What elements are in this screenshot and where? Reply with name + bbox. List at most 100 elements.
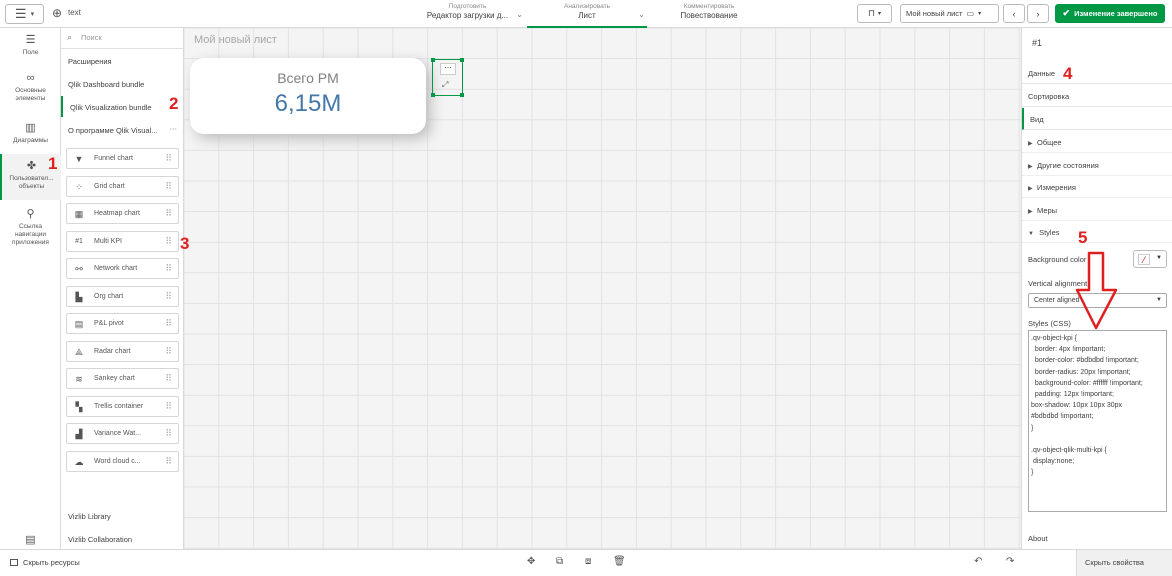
org-chart-icon: ▙: [75, 291, 83, 302]
rail-item-label: Поле: [22, 49, 39, 56]
object-item-word-cloud-c[interactable]: ☁ Word cloud c... ⠿: [66, 450, 179, 472]
done-editing-button[interactable]: ✔ Изменение завершено: [1055, 4, 1165, 23]
rail-item-master-items[interactable]: ∞ Основные элементы: [0, 72, 61, 112]
more-icon[interactable]: ⋯: [440, 63, 456, 75]
expand-icon[interactable]: ⤢: [442, 80, 448, 90]
resize-handle[interactable]: [460, 58, 464, 62]
rail-item-fields[interactable]: ☰ Поле: [0, 34, 61, 60]
annotation-number: 4: [1063, 64, 1073, 83]
object-item-variance-wat[interactable]: ▟ Variance Wat... ⠿: [66, 423, 179, 444]
object-item-multi-kpi[interactable]: #1 Multi KPI ⠿: [66, 230, 179, 252]
resize-handle[interactable]: [460, 93, 464, 97]
vizlib-library[interactable]: Vizlib Library: [61, 512, 184, 521]
about-bundle[interactable]: О программе Qlik Visual... ⋯: [61, 124, 184, 135]
styles-css-textarea[interactable]: .qv-object-kpi { border: 4px !important;…: [1028, 330, 1167, 512]
drag-handle-icon[interactable]: ⠿: [165, 456, 172, 467]
object-item-sankey-chart[interactable]: ≋ Sankey chart ⠿: [66, 368, 179, 389]
rail-bottom-panel-toggle[interactable]: ▤: [0, 534, 61, 546]
hamburger-menu-button[interactable]: ☰ ▾: [5, 4, 44, 24]
dashboard-bundle[interactable]: Qlik Dashboard bundle: [61, 80, 184, 89]
redo-icon[interactable]: ↷: [1006, 556, 1014, 567]
sheet-selector[interactable]: Мой новый лист ▭ ▾: [900, 4, 999, 23]
chevron-down-icon: ⌄: [638, 10, 645, 19]
object-item-grid-chart[interactable]: ⁘ Grid chart ⠿: [66, 175, 179, 197]
drag-handle-icon[interactable]: ⠿: [165, 428, 172, 439]
bottom-toolbar: Скрыть ресурсы ✥ ⧉ ⧈ 🗑 ↶ ↷ Скрыть свойст…: [0, 549, 1172, 576]
drag-handle-icon[interactable]: ⠿: [165, 346, 172, 357]
chevron-down-icon: ▾: [978, 11, 982, 17]
tab-prepare-section: Подготовить: [448, 3, 487, 10]
section-styles[interactable]: ▼ Styles: [1022, 221, 1172, 243]
section-dimensions[interactable]: ▶ Измерения: [1022, 176, 1172, 198]
chart-icon: ▥: [25, 122, 36, 134]
tab-prepare[interactable]: Подготовить Редактор загрузки д... ⌄: [410, 0, 525, 28]
copy-icon[interactable]: ⧉: [556, 556, 563, 567]
drag-handle-icon[interactable]: ⠿: [165, 208, 172, 219]
tab-analyze-section: Анализировать: [563, 3, 611, 10]
move-icon[interactable]: ✥: [527, 556, 535, 567]
section-data[interactable]: Данные: [1022, 62, 1172, 84]
previous-sheet-button[interactable]: ‹: [1003, 4, 1025, 23]
section-label: Измерения: [1037, 183, 1076, 192]
delete-icon[interactable]: 🗑: [613, 556, 626, 567]
sheet-canvas[interactable]: Мой новый лист Всего PM 6,15M ⋯ ⤢: [184, 28, 1021, 549]
drag-handle-icon[interactable]: ⠿: [165, 181, 172, 192]
drag-handle-icon[interactable]: ⠿: [165, 373, 172, 384]
styles-css-label: Styles (CSS): [1028, 319, 1071, 328]
rail-item-label: Пользовател... объекты: [9, 175, 54, 190]
object-item-network-chart[interactable]: ⚯ Network chart ⠿: [66, 258, 179, 279]
section-sorting[interactable]: Сортировка: [1022, 85, 1172, 107]
object-item-heatmap-chart[interactable]: ▦ Heatmap chart ⠿: [66, 203, 179, 224]
object-item-label: Funnel chart: [94, 155, 133, 162]
drag-handle-icon[interactable]: ⠿: [165, 318, 172, 329]
section-view[interactable]: Вид: [1022, 108, 1172, 130]
tab-analyze[interactable]: Анализировать Лист ⌄: [527, 0, 647, 28]
object-item-trellis-container[interactable]: ▚ Trellis container ⠿: [66, 395, 179, 417]
drag-handle-icon[interactable]: ⠿: [165, 291, 172, 302]
next-sheet-button[interactable]: ›: [1027, 4, 1049, 23]
chevron-left-icon: ‹: [1012, 8, 1016, 19]
panel-icon: ▤: [25, 534, 36, 546]
bookmark-button[interactable]: ⊓ ▾: [857, 4, 892, 23]
paste-icon[interactable]: ⧈: [585, 556, 591, 567]
rail-item-label: Диаграммы: [13, 137, 48, 144]
about-section[interactable]: About: [1028, 534, 1048, 543]
object-item-org-chart[interactable]: ▙ Org chart ⠿: [66, 285, 179, 307]
search-placeholder: Поиск: [81, 33, 102, 42]
object-item-funnel-chart[interactable]: ▼ Funnel chart ⠿: [66, 148, 179, 169]
background-color-picker[interactable]: ⁄ ▼: [1133, 250, 1167, 268]
section-label: Другие состояния: [1037, 160, 1099, 170]
hide-properties-button[interactable]: Скрыть свойства: [1076, 550, 1172, 576]
rail-item-charts[interactable]: ▥ Диаграммы: [0, 122, 61, 148]
hide-properties-label: Скрыть свойства: [1085, 558, 1144, 567]
section-measures[interactable]: ▶ Меры: [1022, 199, 1172, 221]
app-name: text: [68, 8, 81, 17]
trellis-icon: ▚: [75, 401, 83, 412]
kpi-object[interactable]: Всего PM 6,15M: [190, 58, 426, 134]
tab-narrate-section: Комментировать: [683, 3, 735, 10]
drag-handle-icon[interactable]: ⠿: [165, 153, 172, 164]
sheet-title[interactable]: Мой новый лист: [194, 34, 277, 46]
resize-handle[interactable]: [431, 93, 435, 97]
rail-item-app-navigation-links[interactable]: ⚲ Ссылка навигации приложения: [0, 208, 61, 258]
resize-handle[interactable]: [431, 58, 435, 62]
chevron-down-icon: ▾: [878, 11, 882, 17]
object-item-label: Word cloud c...: [94, 457, 141, 465]
section-alternate-states[interactable]: ▶ Другие состояния: [1022, 154, 1172, 176]
vizlib-collaboration[interactable]: Vizlib Collaboration: [61, 535, 184, 544]
pivot-icon: ▤: [74, 319, 84, 329]
section-general[interactable]: ▶ Общее: [1022, 131, 1172, 153]
object-item-radar-chart[interactable]: ⟁ Radar chart ⠿: [66, 340, 179, 362]
drag-handle-icon[interactable]: ⠿: [165, 236, 172, 247]
hide-assets-button[interactable]: Скрыть ресурсы: [10, 558, 80, 567]
tab-narrate[interactable]: Комментировать Повествование: [650, 0, 768, 28]
visualization-bundle[interactable]: Qlik Visualization bundle: [61, 96, 184, 117]
object-item-p-l-pivot[interactable]: ▤ P&L pivot ⠿: [66, 313, 179, 334]
drag-handle-icon[interactable]: ⠿: [165, 401, 172, 412]
rail-item-label: Ссылка навигации приложения: [12, 223, 49, 246]
drag-handle-icon[interactable]: ⠿: [165, 263, 172, 274]
caret-down-icon: ▼: [1156, 255, 1162, 261]
search-input[interactable]: ⌕ Поиск: [61, 28, 184, 49]
undo-icon[interactable]: ↶: [974, 556, 982, 567]
selected-multi-kpi-object[interactable]: ⋯ ⤢: [431, 58, 464, 97]
